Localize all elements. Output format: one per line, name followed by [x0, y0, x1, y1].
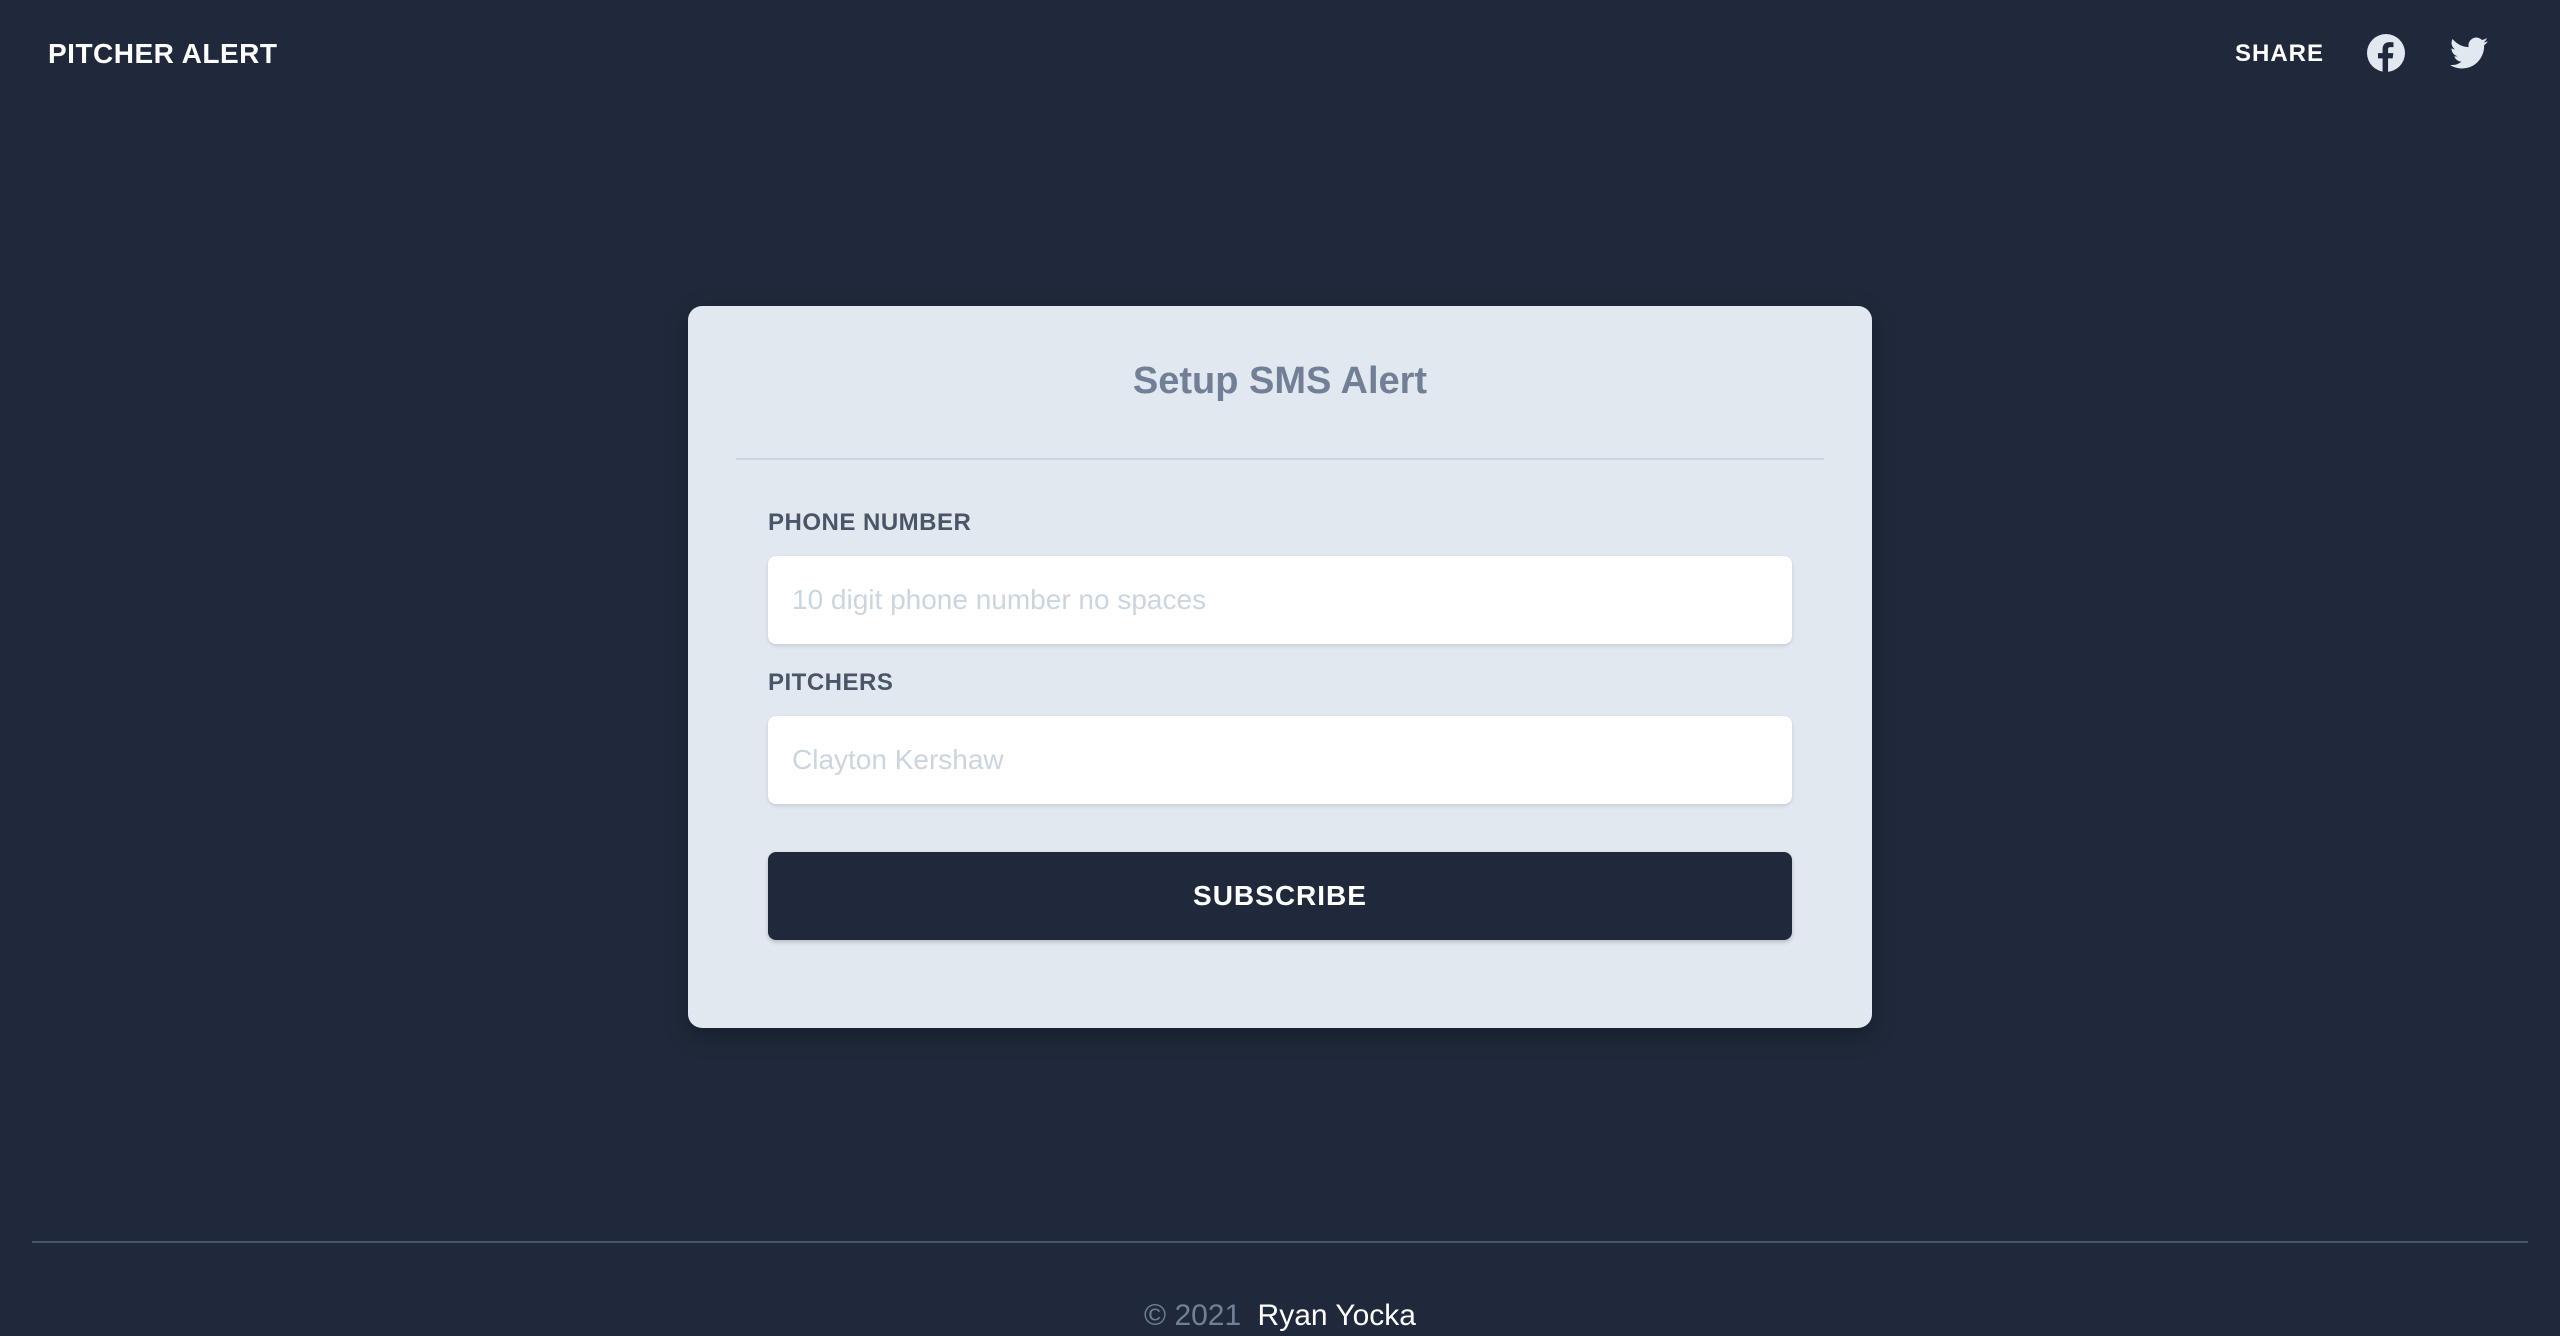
- phone-number-input[interactable]: [768, 556, 1792, 644]
- form-title: Setup SMS Alert: [1132, 360, 1428, 402]
- footer: © 2021 Ryan Yocka: [0, 1296, 2560, 1336]
- title-divider: [736, 458, 1824, 460]
- brand-logo-link[interactable]: PITCHER ALERT: [48, 36, 277, 72]
- pitchers-label: PITCHERS: [768, 669, 894, 696]
- twitter-icon[interactable]: [2450, 34, 2488, 72]
- pitchers-input[interactable]: [768, 716, 1792, 804]
- share-label: SHARE: [2235, 40, 2325, 67]
- footer-divider: [32, 1241, 2528, 1243]
- sms-alert-form-card: Setup SMS Alert PHONE NUMBER PITCHERS SU…: [688, 306, 1872, 1028]
- copyright-text: © 2021: [1144, 1299, 1242, 1332]
- author-link[interactable]: Ryan Yocka: [1258, 1299, 1416, 1332]
- phone-number-label: PHONE NUMBER: [768, 509, 972, 536]
- top-navbar: PITCHER ALERT SHARE: [0, 0, 2560, 108]
- subscribe-button[interactable]: SUBSCRIBE: [768, 852, 1792, 940]
- facebook-icon[interactable]: [2367, 34, 2405, 72]
